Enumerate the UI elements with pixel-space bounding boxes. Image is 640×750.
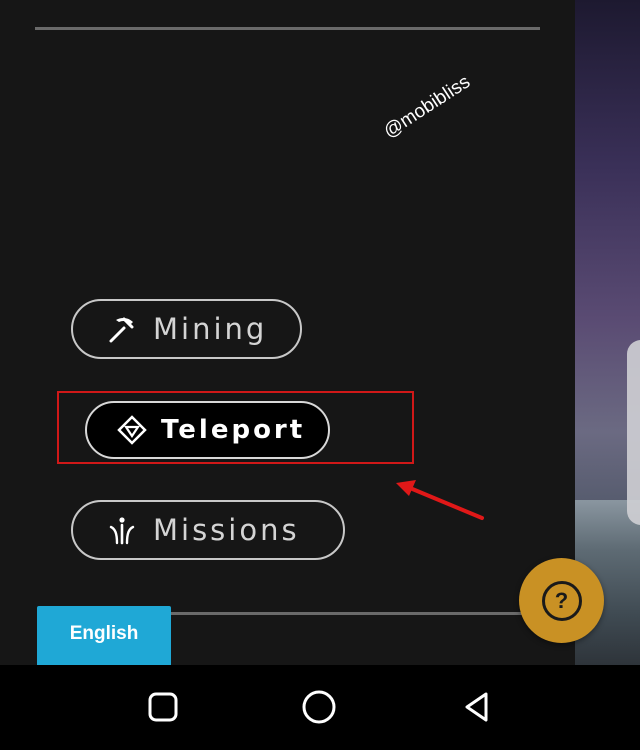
missions-label: Missions xyxy=(153,513,300,547)
pickaxe-icon xyxy=(109,317,134,343)
missions-button[interactable]: Missions xyxy=(71,500,345,560)
recents-icon xyxy=(148,692,178,722)
home-button[interactable] xyxy=(297,685,341,729)
watermark: @mobibliss xyxy=(380,71,475,143)
arrow-annotation xyxy=(396,480,484,520)
trident-icon xyxy=(109,517,135,545)
recents-button[interactable] xyxy=(141,685,185,729)
back-button[interactable] xyxy=(455,685,499,729)
back-icon xyxy=(465,692,488,722)
side-drawer: @mobibliss Mining Teleport Missions Engl… xyxy=(0,0,575,666)
home-icon xyxy=(302,690,336,724)
help-button[interactable]: ? xyxy=(519,558,604,643)
teleport-label: Teleport xyxy=(161,415,306,445)
mining-button[interactable]: Mining xyxy=(71,299,302,359)
diamond-icon xyxy=(117,415,147,445)
help-icon: ? xyxy=(541,580,582,621)
teleport-button[interactable]: Teleport xyxy=(85,401,330,459)
top-divider xyxy=(35,27,540,30)
background-card xyxy=(627,340,640,525)
bottom-divider xyxy=(170,612,530,615)
language-button[interactable]: English xyxy=(37,606,171,666)
app-screen: @mobibliss Mining Teleport Missions Engl… xyxy=(0,0,640,750)
system-navigation-bar xyxy=(0,665,640,750)
mining-label: Mining xyxy=(153,312,268,346)
